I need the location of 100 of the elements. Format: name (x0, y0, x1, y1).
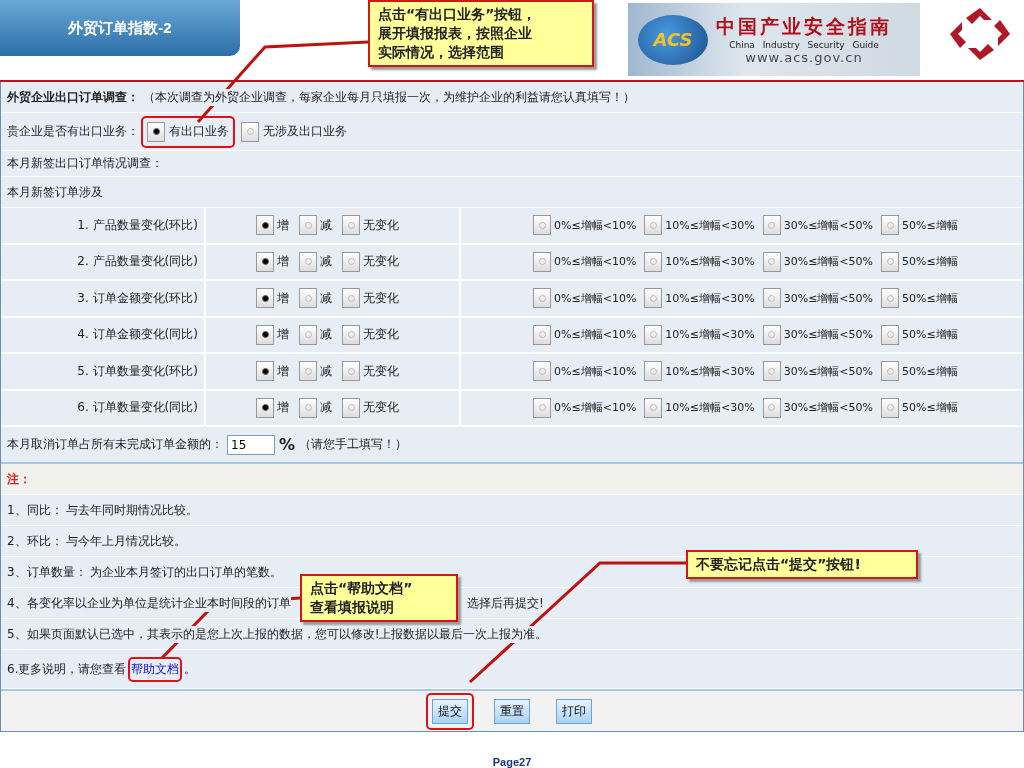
option-label: 减 (320, 216, 332, 234)
radio-button[interactable] (256, 251, 274, 272)
radio-button[interactable] (533, 288, 551, 309)
form-button[interactable]: 重置 (494, 698, 530, 724)
note-text: 选择后再提交! (467, 594, 544, 612)
radio-button[interactable] (881, 288, 900, 309)
radio-button[interactable] (762, 288, 781, 309)
option-label: 50%≤增幅 (902, 327, 958, 343)
radio-button[interactable] (881, 324, 900, 345)
option-label: 30%≤增幅<50% (783, 217, 874, 233)
radio-button[interactable] (881, 251, 900, 272)
radio-button[interactable] (644, 215, 663, 236)
option-label: 0%≤增幅<10% (554, 290, 637, 306)
radio-button[interactable] (881, 361, 900, 382)
option-label: 减 (320, 326, 332, 344)
radio-button[interactable] (644, 288, 663, 309)
cancel-label: 本月取消订单占所有未完成订单金额的： (7, 436, 223, 453)
radio-button[interactable] (342, 251, 360, 272)
option-label: 50%≤增幅 (902, 254, 958, 270)
indicator-label: 5. 订单数量变化(环比) (77, 362, 198, 380)
radio-button[interactable] (299, 215, 317, 236)
callout-note: 不要忘记点击“提交”按钮! (686, 550, 918, 579)
radio-button[interactable] (762, 251, 781, 272)
radio-button[interactable] (762, 397, 781, 418)
option-label: 10%≤增幅<30% (665, 327, 755, 343)
option-label: 50%≤增幅 (902, 400, 958, 416)
option-label: 无变化 (363, 289, 399, 307)
radio-button[interactable] (256, 397, 274, 418)
option-label: 0%≤增幅<10% (554, 217, 637, 233)
option-label: 30%≤增幅<50% (783, 363, 874, 379)
logo-url: www.acs.gov.cn (745, 50, 863, 65)
option-label: 无变化 (363, 216, 399, 234)
section-label: 本月新签出口订单情况调查： (7, 155, 163, 172)
radio-button[interactable] (533, 215, 551, 236)
radio-button[interactable] (533, 397, 551, 418)
option-label: 增 (277, 362, 289, 380)
radio-button[interactable] (881, 397, 900, 418)
option-label: 10%≤增幅<30% (665, 217, 755, 233)
section-label: 本月新签订单涉及 (7, 183, 103, 201)
radio-button[interactable] (342, 215, 360, 236)
option-label: 有出口业务 (169, 123, 229, 140)
option-label: 减 (320, 289, 332, 307)
radio-button[interactable] (299, 361, 317, 382)
radio-button[interactable] (342, 288, 360, 309)
question-label: 贵企业是否有出口业务： (7, 123, 139, 140)
option-label: 30%≤增幅<50% (783, 254, 874, 270)
indicator-label: 6. 订单数量变化(同比) (77, 399, 198, 417)
option-label: 无变化 (363, 362, 399, 380)
option-label: 减 (320, 399, 332, 417)
option-label: 增 (277, 399, 289, 417)
radio-button[interactable] (533, 251, 551, 272)
percent-field[interactable]: 15 (227, 434, 275, 455)
indicator-label: 3. 订单金额变化(环比) (77, 289, 198, 307)
unit-label: % (279, 435, 296, 454)
radio-button[interactable] (342, 397, 360, 418)
option-label: 50%≤增幅 (902, 363, 958, 379)
radio-button[interactable] (881, 215, 900, 236)
page-number: Page27 (492, 756, 532, 768)
radio-button[interactable] (256, 288, 274, 309)
radio-button[interactable] (644, 397, 663, 418)
radio-button[interactable] (256, 215, 274, 236)
option-label: 30%≤增幅<50% (783, 327, 874, 343)
radio-button[interactable] (762, 361, 781, 382)
option-label: 10%≤增幅<30% (665, 400, 755, 416)
option-label: 减 (320, 253, 332, 271)
radio-button[interactable] (256, 361, 274, 382)
option-label: 10%≤增幅<30% (665, 363, 755, 379)
radio-button[interactable] (342, 361, 360, 382)
radio-button[interactable] (762, 324, 781, 345)
option-label: 无变化 (363, 326, 399, 344)
hint-text: （请您手工填写！） (299, 436, 408, 453)
option-label: 无变化 (363, 399, 399, 417)
option-label: 30%≤增幅<50% (783, 400, 874, 416)
radio-button[interactable] (644, 324, 663, 345)
radio-button[interactable] (299, 397, 317, 418)
option-label: 0%≤增幅<10% (554, 254, 637, 270)
option-label: 50%≤增幅 (902, 290, 958, 306)
radio-button[interactable] (299, 324, 317, 345)
form-button[interactable]: 提交 (432, 698, 468, 724)
form-button[interactable]: 打印 (556, 698, 592, 724)
slide-title: 外贸订单指数-2 (0, 0, 240, 56)
radio-button[interactable] (342, 324, 360, 345)
radio-button[interactable] (762, 215, 781, 236)
radio-button[interactable] (147, 121, 165, 142)
option-label: 30%≤增幅<50% (783, 290, 874, 306)
option-label: 增 (277, 216, 289, 234)
logo-subtitle: China Industry Security Guide (729, 40, 879, 50)
logo-badge: ACS (638, 14, 708, 65)
radio-button[interactable] (256, 324, 274, 345)
option-label: 增 (277, 253, 289, 271)
logo-title: 中国产业安全指南 (716, 14, 892, 39)
help-link[interactable]: 帮助文档 (131, 660, 180, 678)
radio-button[interactable] (644, 251, 663, 272)
option-label: 0%≤增幅<10% (554, 400, 637, 416)
radio-button[interactable] (533, 361, 551, 382)
radio-button[interactable] (299, 288, 317, 309)
radio-button[interactable] (644, 361, 663, 382)
radio-button[interactable] (533, 324, 551, 345)
radio-button[interactable] (299, 251, 317, 272)
radio-button[interactable] (241, 121, 259, 142)
